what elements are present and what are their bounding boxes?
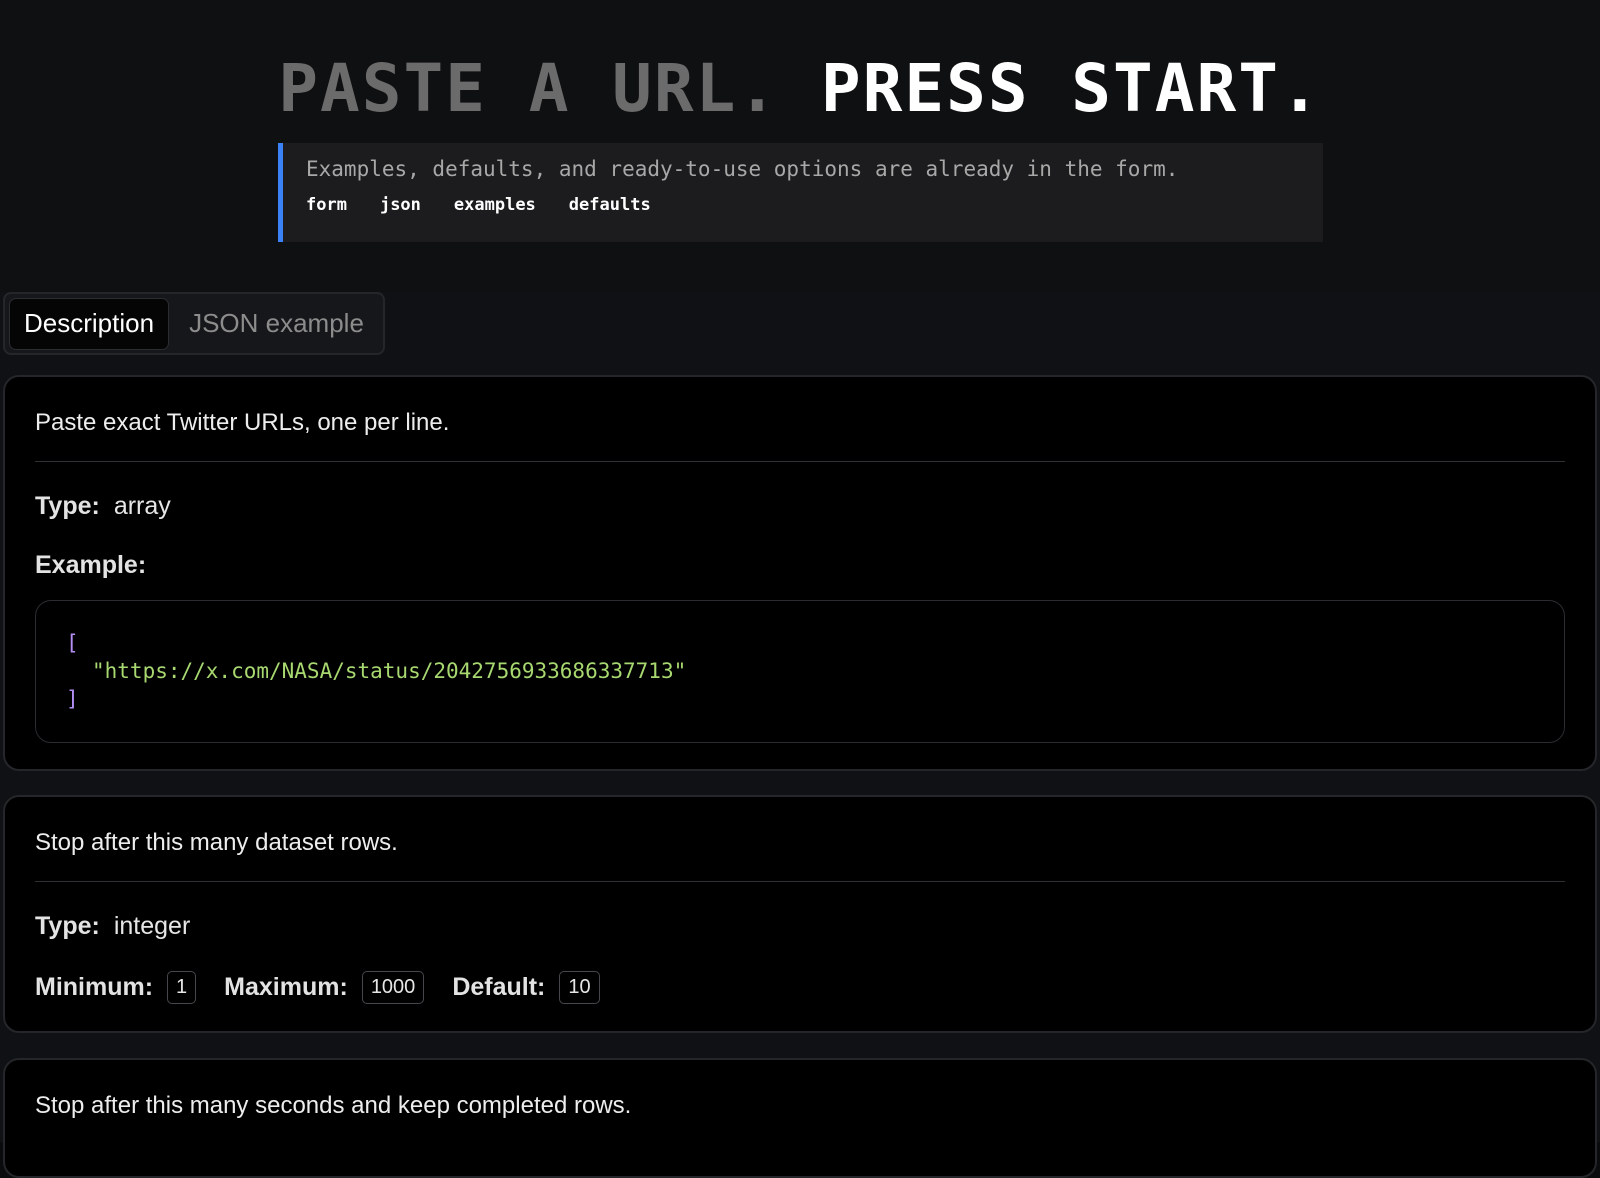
tab-json-example[interactable]: JSON example [175,298,378,350]
type-row: Type: array [35,492,1565,521]
field-card-max-seconds: Stop after this many seconds and keep co… [3,1058,1597,1178]
maximum-badge: 1000 [362,971,425,1004]
tag-json: json [380,195,421,215]
example-code-block: [ "https://x.com/NASA/status/20427569336… [35,600,1565,743]
field-description: Paste exact Twitter URLs, one per line. [35,377,1565,462]
hero-title-bright: PRESS START. [821,50,1322,127]
type-label: Type: [35,912,100,941]
tab-bar: Description JSON example [3,292,385,355]
field-description: Stop after this many seconds and keep co… [35,1060,1565,1144]
hero-title-dim: PASTE A URL. [278,50,779,127]
code-close-bracket: ] [66,685,1564,713]
default-label: Default: [452,973,545,1002]
info-callout: Examples, defaults, and ready-to-use opt… [278,143,1323,242]
type-value: integer [114,912,190,941]
code-open-bracket: [ [66,629,1564,657]
field-card-max-rows: Stop after this many dataset rows. Type:… [3,795,1597,1033]
hero-title: PASTE A URL. PRESS START. [0,50,1600,127]
minimum-badge: 1 [167,971,196,1004]
type-value: array [114,492,171,521]
tag-examples: examples [454,195,536,215]
code-url-string: "https://x.com/NASA/status/2042756933686… [66,657,1564,685]
example-label: Example: [35,551,146,580]
constraints-row: Minimum: 1 Maximum: 1000 Default: 10 [35,971,1565,1004]
hero-section: PASTE A URL. PRESS START. Examples, defa… [0,0,1600,292]
default-badge: 10 [559,971,599,1004]
maximum-label: Maximum: [224,973,348,1002]
tab-description[interactable]: Description [9,298,169,350]
example-row: Example: [35,551,1565,580]
field-card-urls: Paste exact Twitter URLs, one per line. … [3,375,1597,771]
callout-tags: form json examples defaults [306,195,1323,215]
minimum-label: Minimum: [35,973,153,1002]
callout-text: Examples, defaults, and ready-to-use opt… [306,157,1323,181]
type-label: Type: [35,492,100,521]
tag-defaults: defaults [569,195,651,215]
type-row: Type: integer [35,912,1565,941]
field-description: Stop after this many dataset rows. [35,797,1565,882]
tag-form: form [306,195,347,215]
